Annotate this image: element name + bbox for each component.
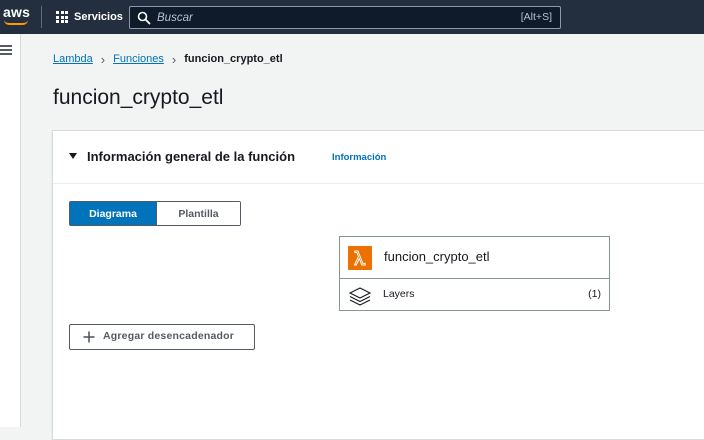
panel-header[interactable]: Información general de la función Inform… bbox=[53, 131, 704, 184]
plus-icon bbox=[83, 331, 95, 343]
aws-smile-icon bbox=[4, 20, 28, 25]
tab-diagrama[interactable]: Diagrama bbox=[70, 202, 156, 225]
function-name: funcion_crypto_etl bbox=[384, 249, 490, 264]
chevron-right-icon: › bbox=[171, 51, 177, 67]
left-rail bbox=[0, 34, 21, 427]
add-trigger-button[interactable]: Agregar desencadenador bbox=[69, 324, 255, 350]
services-menu-button[interactable]: Servicios bbox=[56, 9, 123, 25]
lambda-icon bbox=[348, 246, 372, 270]
nav-divider bbox=[41, 6, 42, 28]
info-link[interactable]: Información bbox=[332, 152, 386, 163]
function-overview-panel: Información general de la función Inform… bbox=[52, 130, 704, 440]
hamburger-menu-icon[interactable] bbox=[0, 45, 12, 55]
breadcrumb-link-funciones[interactable]: Funciones bbox=[113, 53, 164, 65]
tab-plantilla[interactable]: Plantilla bbox=[156, 202, 240, 225]
breadcrumb-current: funcion_crypto_etl bbox=[184, 53, 283, 65]
grid-icon bbox=[56, 11, 68, 23]
aws-logo[interactable]: aws bbox=[3, 4, 30, 20]
search-icon bbox=[137, 11, 151, 25]
search-input[interactable] bbox=[157, 8, 497, 27]
breadcrumb-link-lambda[interactable]: Lambda bbox=[53, 53, 93, 65]
page-title: funcion_crypto_etl bbox=[53, 86, 224, 109]
panel-title: Información general de la función bbox=[87, 149, 296, 164]
view-toggle: Diagrama Plantilla bbox=[69, 201, 241, 226]
chevron-right-icon: › bbox=[100, 51, 106, 67]
add-trigger-label: Agregar desencadenador bbox=[103, 330, 235, 342]
logo-text: aws bbox=[3, 4, 31, 20]
layers-count: (1) bbox=[588, 288, 601, 300]
function-card-header[interactable]: funcion_crypto_etl bbox=[340, 237, 609, 279]
services-label: Servicios bbox=[74, 11, 123, 23]
search-bar[interactable]: [Alt+S] bbox=[129, 6, 561, 29]
caret-down-icon[interactable] bbox=[69, 153, 77, 159]
top-navigation: aws Servicios [Alt+S] bbox=[0, 0, 704, 34]
layers-label[interactable]: Layers bbox=[383, 288, 415, 300]
search-shortcut-hint: [Alt+S] bbox=[520, 11, 552, 23]
breadcrumb: Lambda › Funciones › funcion_crypto_etl bbox=[53, 51, 283, 67]
function-card[interactable]: funcion_crypto_etl Layers (1) bbox=[339, 236, 610, 311]
layers-icon bbox=[348, 287, 372, 306]
